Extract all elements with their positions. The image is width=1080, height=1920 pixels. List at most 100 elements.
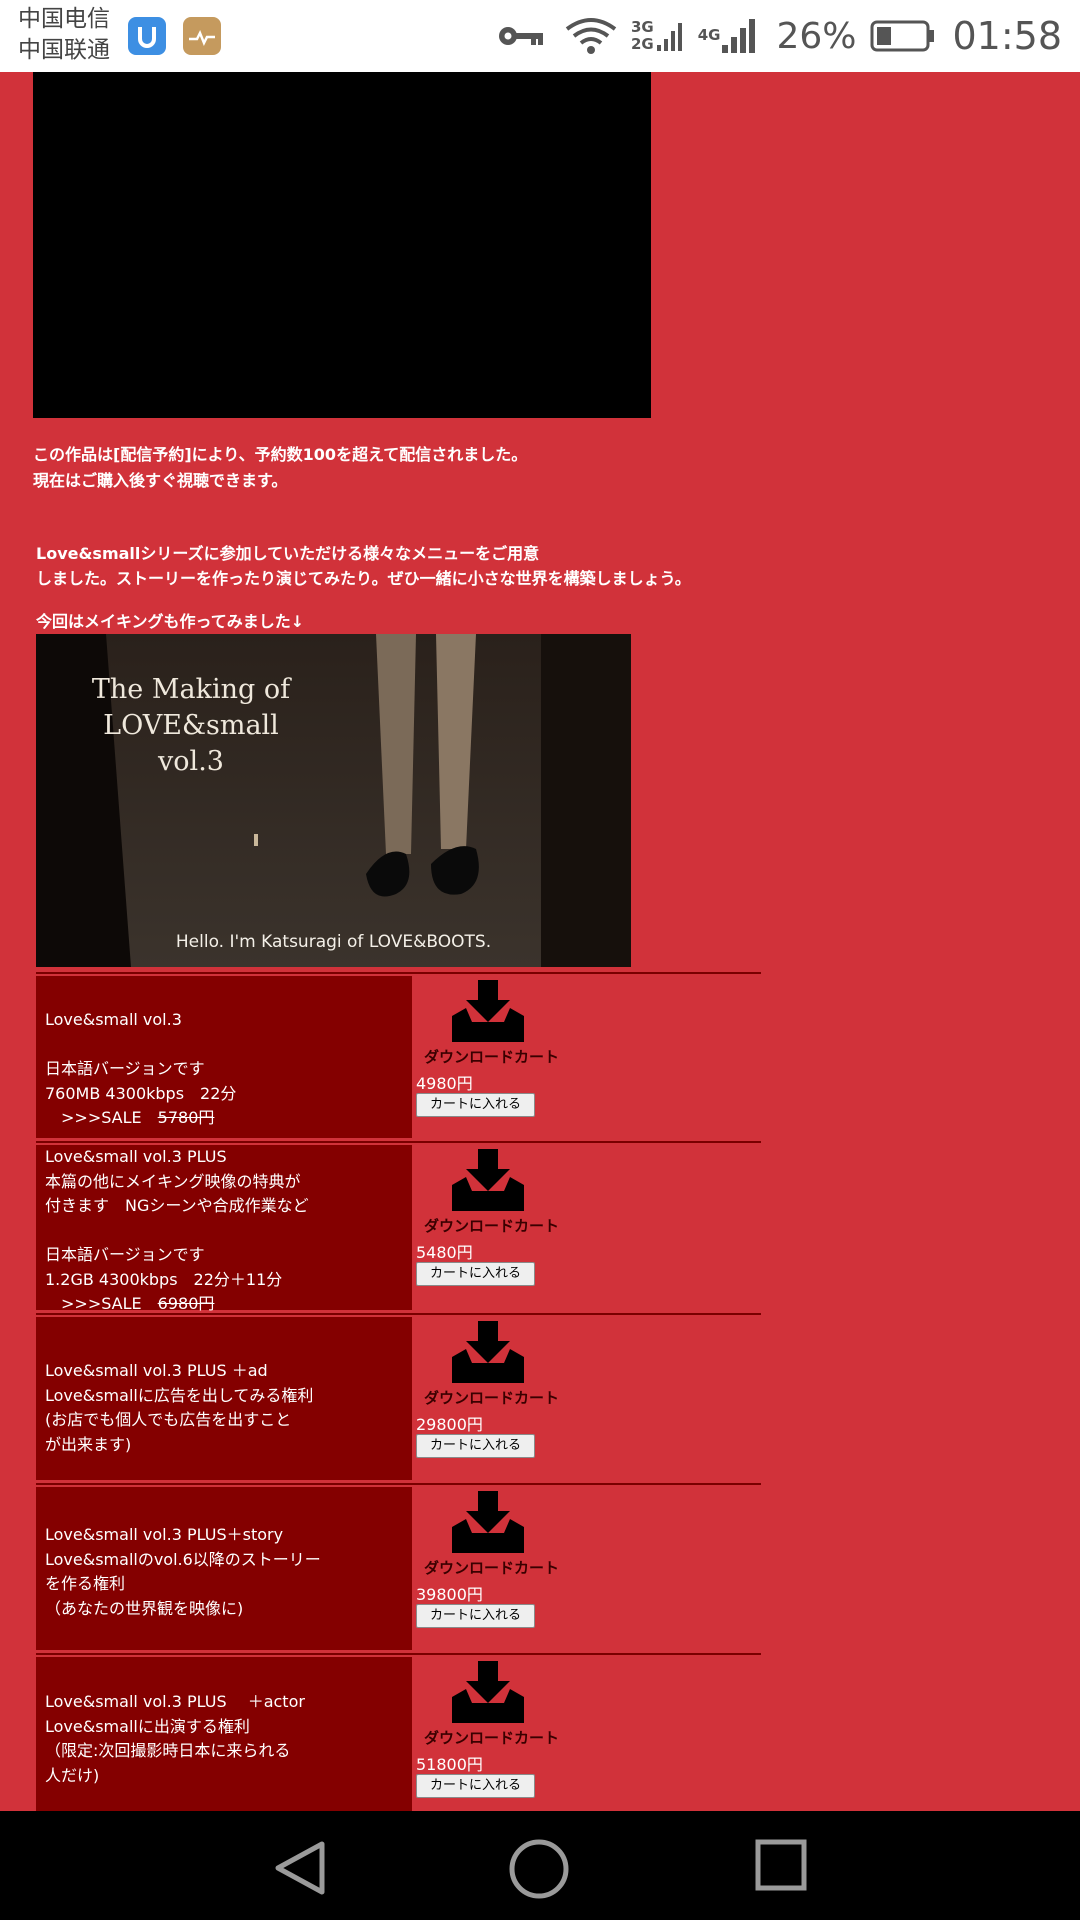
divider xyxy=(36,1483,761,1485)
product-line: Love&smallのvol.6以降のストーリー xyxy=(45,1549,321,1569)
video-player[interactable] xyxy=(33,72,651,418)
product-line: Love&small vol.3 PLUS＋story xyxy=(45,1525,284,1544)
divider xyxy=(36,1313,761,1315)
product-row: Love&small vol.3 PLUS＋story Love&smallのv… xyxy=(36,1487,761,1650)
product-line: 1.2GB 4300kbps 22分＋11分 xyxy=(45,1269,283,1289)
product-line: Love&smallに広告を出してみる権利 xyxy=(45,1385,314,1405)
carrier-1: 中国电信 xyxy=(18,6,110,32)
product-description: Love&small vol.3 日本語バージョンです 760MB 4300kb… xyxy=(36,976,412,1138)
banner-caption: Hello. I'm Katsuragi of LOVE&BOOTS. xyxy=(175,932,492,952)
product-line: 日本語バージョンです xyxy=(45,1245,205,1264)
product-line xyxy=(45,1219,412,1244)
app-notification-icon xyxy=(128,17,166,55)
divider xyxy=(36,1141,761,1143)
download-cart-icon[interactable] xyxy=(452,1491,524,1555)
product-line: Love&smallに出演する権利 xyxy=(45,1716,250,1736)
net-type-4g: 4G xyxy=(697,26,721,44)
battery-icon xyxy=(870,19,936,53)
product-line: （あなたの世界観を映像に) xyxy=(45,1598,244,1618)
intro-line-1: Love&smallシリーズに参加していただける様々なメニューをご用意 xyxy=(36,544,540,563)
purchase-cell: ダウンロードカート 39800円 カートに入れる xyxy=(414,1487,761,1650)
signal-4g: 4G xyxy=(698,15,761,57)
download-cart-label: ダウンロードカート xyxy=(424,1559,560,1577)
product-line: 付きます NGシーンや合成作業など xyxy=(45,1196,309,1215)
add-to-cart-button[interactable]: カートに入れる xyxy=(416,1262,535,1286)
net-type-top: 3G xyxy=(630,18,654,36)
download-cart-label: ダウンロードカート xyxy=(424,1389,560,1407)
status-bar: 中国电信 中国联通 3G 2G 4G 26% 01:58 xyxy=(0,0,1080,72)
product-line: Love&small vol.3 PLUS ＋actor xyxy=(45,1692,305,1711)
divider xyxy=(36,1653,761,1655)
product-line: が出来ます) xyxy=(45,1434,132,1454)
product-description: Love&small vol.3 PLUS＋story Love&smallのv… xyxy=(36,1487,412,1650)
signal-3g-2g: 3G 2G xyxy=(631,17,686,55)
product-line: Love&small vol.3 xyxy=(45,1010,182,1029)
add-to-cart-button[interactable]: カートに入れる xyxy=(416,1093,535,1117)
banner-title: The Making of LOVE&small vol.3 xyxy=(76,672,306,780)
banner-title-line-2: LOVE&small xyxy=(103,710,279,741)
product-row: Love&small vol.3 PLUS ＋ad Love&smallに広告を… xyxy=(36,1317,761,1480)
intro-line-2: しました。ストーリーを作ったり演じてみたり。ぜひ一緒に小さな世界を構築しましょう… xyxy=(36,569,691,588)
product-row: Love&small vol.3 PLUS 本篇の他にメイキング映像の特典が 付… xyxy=(36,1145,761,1313)
navigation-bar xyxy=(0,1811,1080,1920)
download-cart-icon[interactable] xyxy=(452,1661,524,1725)
product-description: Love&small vol.3 PLUS ＋actor Love&smallに… xyxy=(36,1657,412,1811)
battery-percent: 26% xyxy=(776,15,857,57)
price: 5480円 xyxy=(416,1243,473,1262)
product-line: Love&small vol.3 PLUS xyxy=(45,1147,227,1166)
purchase-cell: ダウンロードカート 4980円 カートに入れる xyxy=(414,976,761,1138)
signal-icon xyxy=(722,19,756,53)
purchase-cell: ダウンロードカート 5480円 カートに入れる xyxy=(414,1145,761,1310)
product-line: （限定:次回撮影時日本に来られる xyxy=(45,1741,291,1760)
signal-icon xyxy=(656,23,682,51)
divider xyxy=(36,972,761,974)
product-description: Love&small vol.3 PLUS ＋ad Love&smallに広告を… xyxy=(36,1317,412,1480)
banner-title-line-1: The Making of xyxy=(91,674,291,705)
wifi-icon xyxy=(565,17,617,55)
price: 51800円 xyxy=(416,1755,483,1774)
product-row: Love&small vol.3 PLUS ＋actor Love&smallに… xyxy=(36,1657,761,1811)
sale-prefix: >>>SALE xyxy=(45,1108,158,1127)
key-icon xyxy=(497,22,545,50)
making-of-banner[interactable]: The Making of LOVE&small vol.3 Hello. I'… xyxy=(36,634,631,967)
recents-icon[interactable] xyxy=(754,1838,808,1892)
price: 29800円 xyxy=(416,1415,483,1434)
purchase-cell: ダウンロードカート 51800円 カートに入れる xyxy=(414,1657,761,1811)
making-notice: 今回はメイキングも作ってみました↓ xyxy=(36,612,305,631)
product-line: 760MB 4300kbps 22分 xyxy=(45,1083,237,1103)
download-cart-label: ダウンロードカート xyxy=(424,1729,560,1747)
product-row: Love&small vol.3 日本語バージョンです 760MB 4300kb… xyxy=(36,976,761,1138)
original-price: 5780円 xyxy=(157,1108,215,1127)
sale-line: >>>SALE 5780円 xyxy=(45,1106,412,1131)
download-cart-icon[interactable] xyxy=(452,1149,524,1213)
net-type-bottom: 2G xyxy=(630,35,654,53)
add-to-cart-button[interactable]: カートに入れる xyxy=(416,1604,535,1628)
product-line: 人だけ) xyxy=(45,1765,100,1785)
original-price: 6980円 xyxy=(157,1294,215,1313)
purchase-cell: ダウンロードカート 29800円 カートに入れる xyxy=(414,1317,761,1480)
health-app-icon xyxy=(183,17,221,55)
series-intro: Love&smallシリーズに参加していただける様々なメニューをご用意 しました… xyxy=(36,541,816,591)
sale-prefix: >>>SALE xyxy=(45,1294,158,1313)
carrier-names: 中国电信 中国联通 xyxy=(18,4,110,66)
download-cart-icon[interactable] xyxy=(452,1321,524,1385)
notice-line-1: この作品は[配信予約]により、予約数100を超えて配信されました。 xyxy=(33,445,528,464)
product-line: 日本語バージョンです xyxy=(45,1059,205,1078)
product-line: を作る権利 xyxy=(45,1574,126,1593)
add-to-cart-button[interactable]: カートに入れる xyxy=(416,1434,535,1458)
download-cart-icon[interactable] xyxy=(452,980,524,1044)
delivery-notice: この作品は[配信予約]により、予約数100を超えて配信されました。 現在はご購入… xyxy=(33,442,793,494)
product-line xyxy=(45,1033,412,1058)
carrier-2: 中国联通 xyxy=(18,37,110,63)
add-to-cart-button[interactable]: カートに入れる xyxy=(416,1774,535,1798)
product-description: Love&small vol.3 PLUS 本篇の他にメイキング映像の特典が 付… xyxy=(36,1145,412,1313)
back-icon[interactable] xyxy=(270,1838,330,1898)
banner-title-line-3: vol.3 xyxy=(158,746,224,777)
download-cart-label: ダウンロードカート xyxy=(424,1048,560,1066)
clock: 01:58 xyxy=(952,14,1062,58)
price: 39800円 xyxy=(416,1585,483,1604)
product-line: 本篇の他にメイキング映像の特典が xyxy=(45,1171,301,1191)
download-cart-label: ダウンロードカート xyxy=(424,1217,560,1235)
home-icon[interactable] xyxy=(508,1838,570,1900)
price: 4980円 xyxy=(416,1074,473,1093)
